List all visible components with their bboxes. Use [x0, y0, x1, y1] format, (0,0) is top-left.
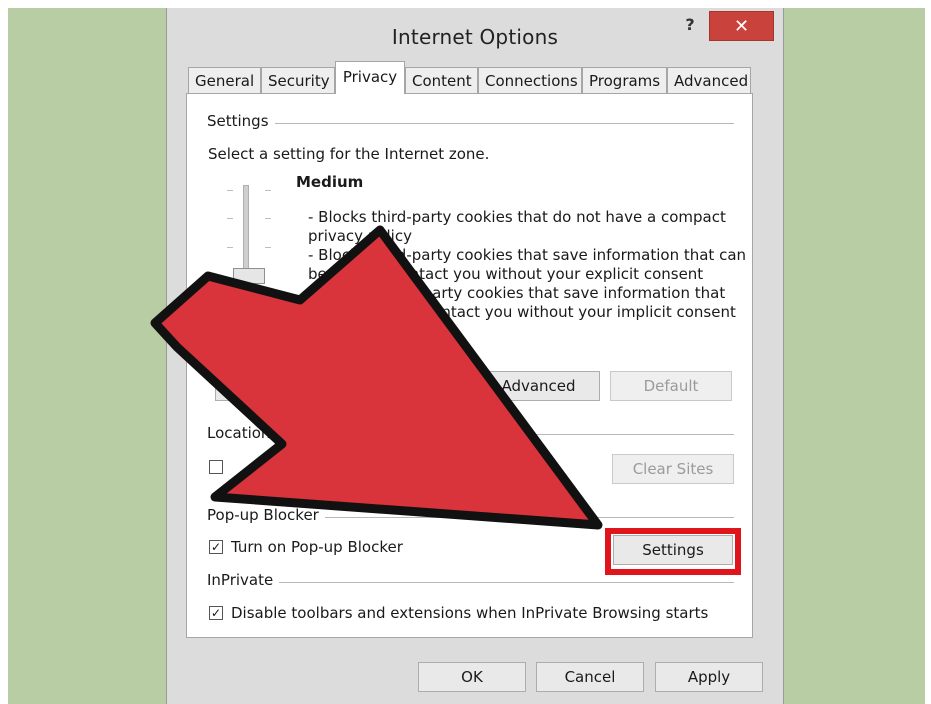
- tab-programs[interactable]: Programs: [582, 67, 667, 93]
- slider-tick: [227, 247, 233, 248]
- popup-header: Pop-up Blocker: [207, 506, 325, 524]
- tab-general[interactable]: General: [188, 67, 261, 93]
- settings-highlight-box: [605, 528, 741, 575]
- privacy-desc-line-6: can be used to contact you without your …: [308, 303, 736, 321]
- settings-instruction: Select a setting for the Internet zone.: [208, 145, 490, 163]
- slider-tick: [265, 190, 271, 191]
- inprivate-label: Disable toolbars and extensions when InP…: [231, 604, 709, 622]
- tab-connections[interactable]: Connections: [478, 67, 582, 93]
- sites-button[interactable]: [215, 371, 325, 401]
- settings-divider: [208, 123, 734, 124]
- privacy-desc-line-3: - Blocks third-party cookies that save i…: [308, 246, 747, 264]
- location-checkbox[interactable]: [209, 460, 223, 474]
- settings-header: Settings: [207, 112, 275, 130]
- slider-tick: [227, 218, 233, 219]
- slider-tick: [227, 190, 233, 191]
- privacy-desc-line-4: be used to contact you without your expl…: [308, 265, 704, 283]
- ok-button[interactable]: OK: [418, 662, 526, 692]
- clear-sites-button[interactable]: Clear Sites: [612, 454, 734, 484]
- inprivate-header: InPrivate: [207, 571, 280, 589]
- cancel-button[interactable]: Cancel: [536, 662, 644, 692]
- privacy-desc-line-5: - Restricts first-party cookies that sav…: [308, 284, 726, 302]
- slider-tick: [265, 218, 271, 219]
- location-divider: [208, 434, 734, 435]
- privacy-slider-thumb[interactable]: [233, 268, 265, 284]
- tab-privacy[interactable]: Privacy: [335, 61, 405, 94]
- apply-button[interactable]: Apply: [655, 662, 763, 692]
- default-button[interactable]: Default: [610, 371, 732, 401]
- location-header: Location: [207, 424, 277, 442]
- inprivate-divider: [208, 582, 734, 583]
- privacy-desc-line-1: - Blocks third-party cookies that do not…: [308, 208, 726, 226]
- tab-security[interactable]: Security: [261, 67, 335, 93]
- close-button[interactable]: ✕: [709, 11, 774, 41]
- help-button[interactable]: ?: [676, 12, 704, 38]
- privacy-level-title: Medium: [296, 173, 364, 191]
- tab-advanced[interactable]: Advanced: [667, 67, 751, 93]
- advanced-button[interactable]: Advanced: [477, 371, 600, 401]
- inprivate-checkbox[interactable]: ✓: [209, 606, 223, 620]
- privacy-desc-line-2: privacy policy: [308, 227, 412, 245]
- popup-blocker-label: Turn on Pop-up Blocker: [231, 538, 403, 556]
- popup-blocker-checkbox[interactable]: ✓: [209, 540, 223, 554]
- tab-content[interactable]: Content: [405, 67, 478, 93]
- slider-tick: [265, 247, 271, 248]
